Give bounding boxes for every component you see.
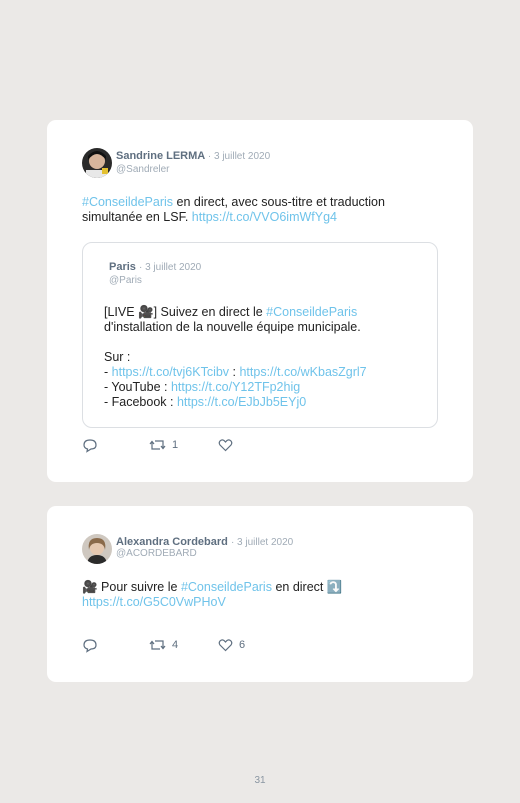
reply-button[interactable] <box>82 438 98 453</box>
quoted-text: [LIVE 🎥] Suivez en direct le <box>104 305 267 319</box>
quoted-line-3: Sur : <box>104 350 131 364</box>
avatar[interactable] <box>82 148 112 178</box>
retweet-count: 4 <box>172 639 179 651</box>
quoted-author-text[interactable]: Paris <box>109 261 136 273</box>
tweet-text: simultanée en LSF. <box>82 210 192 224</box>
tweet-link[interactable]: https://t.co/G5C0VwPHoV <box>82 595 226 609</box>
quoted-author-name[interactable]: Paris · 3 juillet 2020 <box>109 261 201 273</box>
quoted-text: - Facebook : <box>104 395 177 409</box>
tweet-text-line-1: 🎥 Pour suivre le #ConseildeParis en dire… <box>82 580 342 595</box>
quoted-line-2: d'installation de la nouvelle équipe mun… <box>104 320 361 334</box>
like-icon <box>218 439 233 452</box>
quoted-line-6: - Facebook : https://t.co/EJbJb5EYj0 <box>104 395 306 410</box>
tweet-card-1: Sandrine LERMA · 3 juillet 2020 @Sandrel… <box>47 120 473 482</box>
author-name-text[interactable]: Alexandra Cordebard <box>116 536 228 548</box>
quoted-link-1[interactable]: https://t.co/tvj6KTcibv <box>112 365 229 379</box>
tweet-text-line-1: #ConseildeParis en direct, avec sous-tit… <box>82 195 385 210</box>
retweet-button[interactable]: 1 <box>149 438 178 452</box>
author-handle[interactable]: @ACORDEBARD <box>116 548 197 559</box>
quoted-date: · 3 juillet 2020 <box>138 262 202 273</box>
author-name[interactable]: Alexandra Cordebard · 3 juillet 2020 <box>116 536 293 548</box>
tweet-card-2: Alexandra Cordebard · 3 juillet 2020 @AC… <box>47 506 473 682</box>
reply-icon <box>83 639 97 653</box>
tweet-text: en direct, avec sous-titre et traduction <box>173 195 385 209</box>
page-number: 31 <box>254 775 266 786</box>
quoted-text: : <box>229 365 240 379</box>
tweet-date: · 3 juillet 2020 <box>207 151 271 162</box>
quoted-line-5: - YouTube : https://t.co/Y12TFp2hig <box>104 380 300 395</box>
quoted-line-1: [LIVE 🎥] Suivez en direct le #ConseildeP… <box>104 305 357 320</box>
author-name-text[interactable]: Sandrine LERMA <box>116 150 205 162</box>
author-name[interactable]: Sandrine LERMA · 3 juillet 2020 <box>116 150 270 162</box>
retweet-button[interactable]: 4 <box>149 638 178 652</box>
tweet-text-line-2: https://t.co/G5C0VwPHoV <box>82 595 226 610</box>
youtube-link[interactable]: https://t.co/Y12TFp2hig <box>171 380 300 394</box>
author-handle[interactable]: @Sandreler <box>116 164 170 175</box>
tweet-text: en direct ⤵️ <box>271 580 343 594</box>
quoted-link-2[interactable]: https://t.co/wKbasZgrl7 <box>239 365 366 379</box>
tweet-actions: 1 <box>82 438 282 454</box>
quoted-handle[interactable]: @Paris <box>109 275 142 286</box>
tweet-link[interactable]: https://t.co/VVO6imWfYg4 <box>192 210 337 224</box>
tweet-text-line-2: simultanée en LSF. https://t.co/VVO6imWf… <box>82 210 337 225</box>
avatar[interactable] <box>82 534 112 564</box>
tweet-actions: 4 6 <box>82 638 282 654</box>
quoted-text: - YouTube : <box>104 380 171 394</box>
like-count: 6 <box>239 639 246 651</box>
reply-button[interactable] <box>82 638 98 653</box>
like-button[interactable]: 6 <box>218 638 245 652</box>
retweet-count: 1 <box>172 439 179 451</box>
tweet-date: · 3 juillet 2020 <box>230 537 294 548</box>
tweet-text: 🎥 Pour suivre le <box>82 580 181 594</box>
quoted-text: - <box>104 365 112 379</box>
like-button[interactable] <box>218 438 239 452</box>
quoted-line-4: - https://t.co/tvj6KTcibv : https://t.co… <box>104 365 367 380</box>
retweet-icon <box>149 440 166 450</box>
reply-icon <box>83 439 97 453</box>
hashtag-link[interactable]: #ConseildeParis <box>181 580 272 594</box>
facebook-link[interactable]: https://t.co/EJbJb5EYj0 <box>177 395 306 409</box>
hashtag-link[interactable]: #ConseildeParis <box>82 195 173 209</box>
retweet-icon <box>149 640 166 650</box>
hashtag-link[interactable]: #ConseildeParis <box>266 305 357 319</box>
like-icon <box>218 639 233 652</box>
quoted-tweet[interactable]: Paris · 3 juillet 2020 @Paris [LIVE 🎥] S… <box>82 242 438 428</box>
